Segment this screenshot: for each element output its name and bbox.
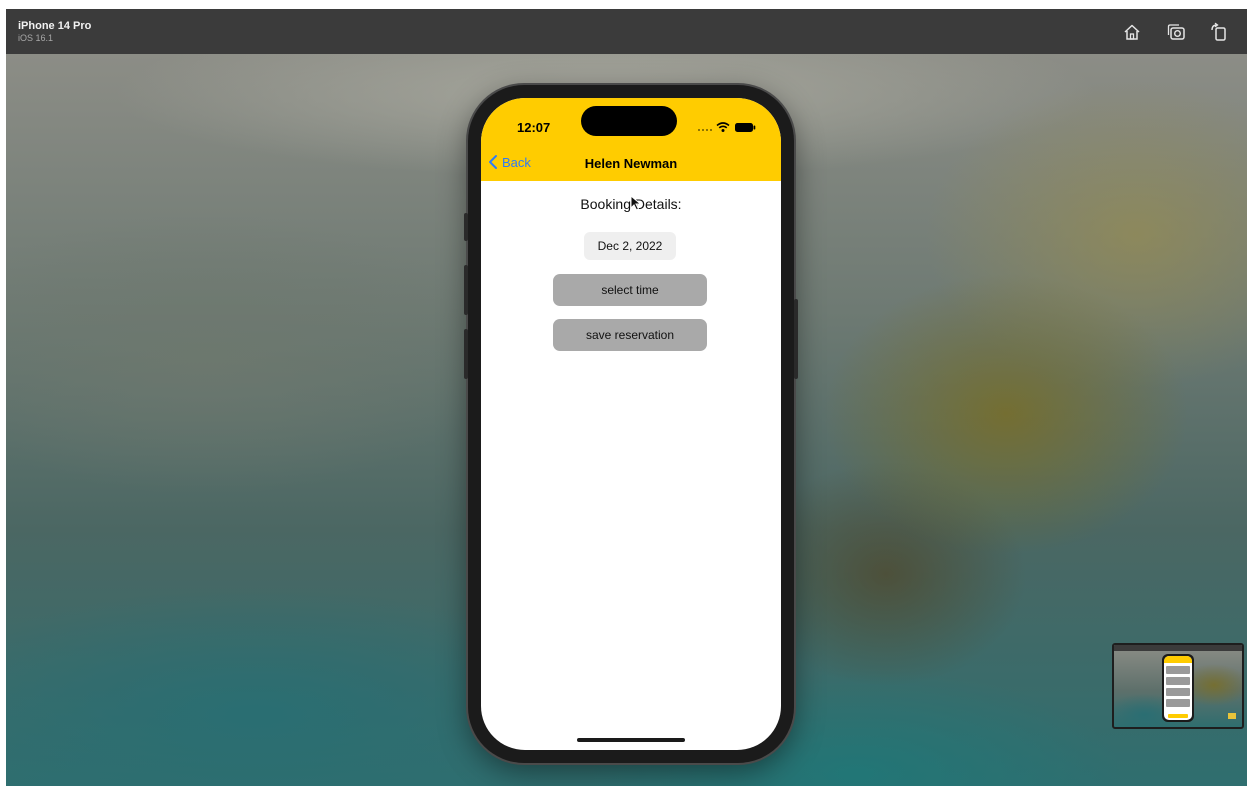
- volume-up-button: [464, 265, 468, 315]
- select-time-button[interactable]: select time: [553, 274, 707, 306]
- iphone-device: 12:07 Back Helen Newman Booking Details:…: [464, 85, 798, 763]
- status-time: 12:07: [517, 120, 551, 135]
- thumbnail-phone: [1162, 654, 1194, 722]
- page-title: Helen Newman: [584, 156, 678, 171]
- thumbnail-badge: [1228, 713, 1236, 719]
- thumbnail-screen: [1164, 656, 1192, 720]
- cellular-dots-icon: [698, 129, 712, 131]
- simulator-window: iPhone 14 Pro iOS 16.1 12:07 Back Helen …: [6, 9, 1247, 786]
- volume-down-button: [464, 329, 468, 379]
- thumbnail-row: [1166, 677, 1190, 685]
- thumbnail-row: [1166, 699, 1190, 707]
- rotate-icon[interactable]: [1209, 22, 1229, 42]
- home-indicator: [577, 738, 685, 742]
- simulator-toolbar: iPhone 14 Pro iOS 16.1: [6, 9, 1247, 55]
- thumbnail-row: [1166, 666, 1190, 674]
- wifi-icon: [716, 122, 730, 132]
- power-button: [794, 299, 798, 379]
- home-icon[interactable]: [1122, 22, 1142, 42]
- dynamic-island: [581, 106, 677, 136]
- thumbnail-toolbar: [1114, 645, 1242, 651]
- status-icons: [698, 122, 756, 132]
- date-picker[interactable]: Dec 2, 2022: [584, 232, 676, 260]
- navigation-header: 12:07 Back Helen Newman: [481, 98, 781, 181]
- screenshot-icon[interactable]: [1166, 22, 1186, 42]
- thumbnail-row: [1166, 688, 1190, 696]
- mouse-cursor-icon: [630, 195, 642, 211]
- save-reservation-button[interactable]: save reservation: [553, 319, 707, 351]
- device-name: iPhone 14 Pro: [18, 20, 92, 32]
- thumbnail-footer: [1168, 714, 1188, 718]
- battery-icon: [735, 123, 756, 132]
- action-button: [464, 213, 468, 241]
- screenshot-thumbnail[interactable]: [1112, 643, 1244, 729]
- os-version: iOS 16.1: [18, 33, 54, 43]
- thumbnail-header: [1164, 656, 1192, 663]
